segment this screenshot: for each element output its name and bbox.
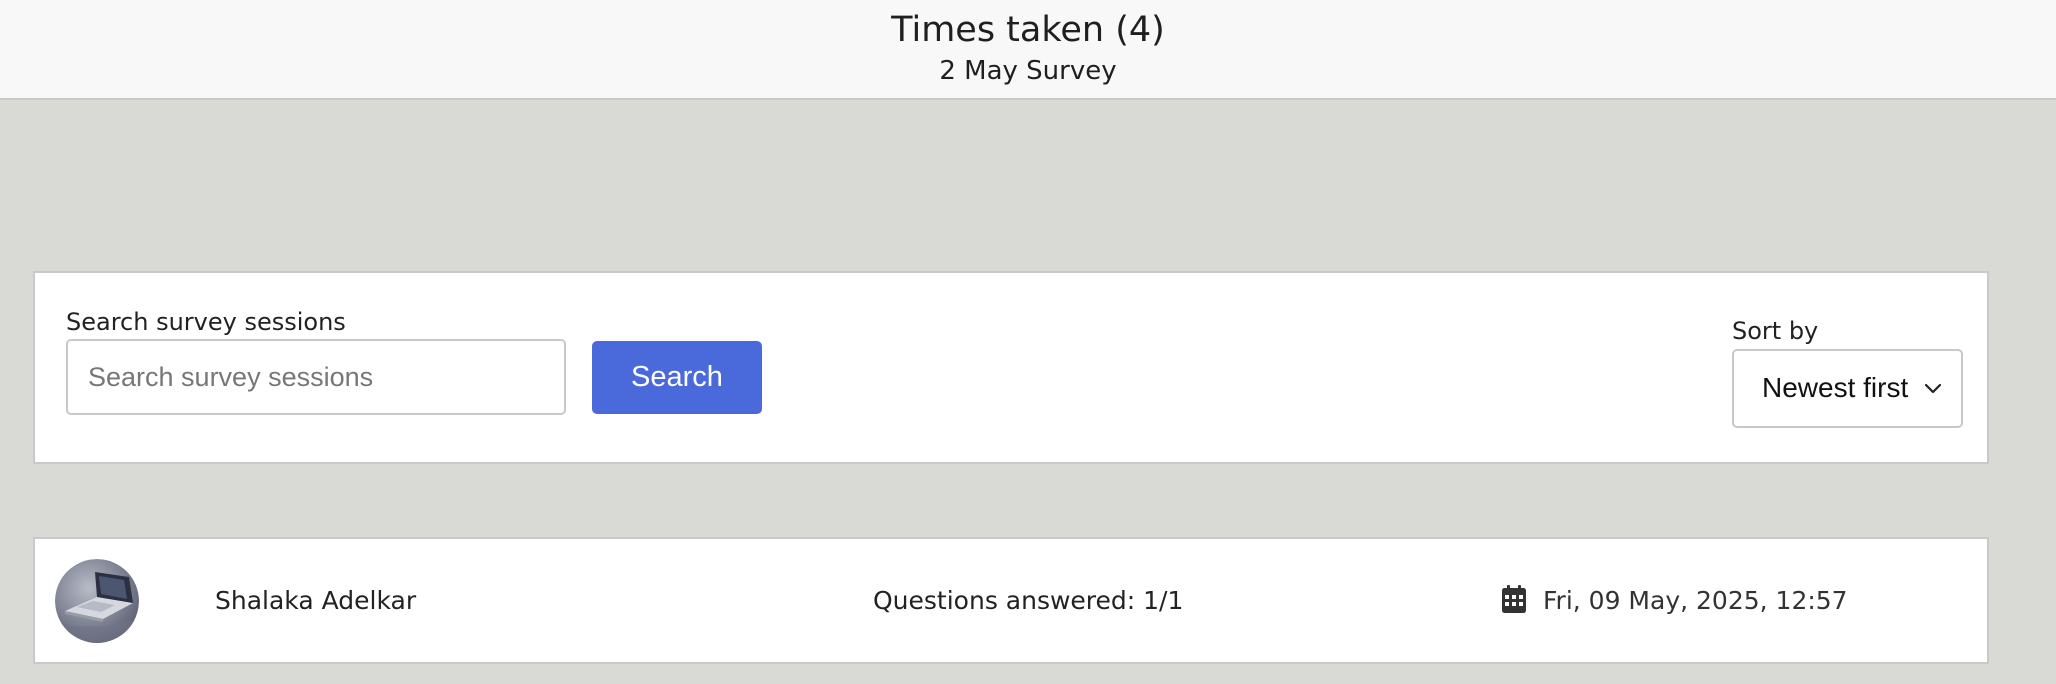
search-label: Search survey sessions: [66, 308, 346, 336]
laptop-photo-avatar-icon: [55, 559, 139, 643]
search-input[interactable]: [66, 339, 566, 415]
sort-label: Sort by: [1732, 317, 1819, 345]
sort-selected-value: Newest first: [1762, 372, 1909, 403]
search-panel: Search survey sessions Search Sort by Ne…: [33, 271, 1989, 464]
session-date: Fri, 09 May, 2025, 12:57: [1543, 586, 1848, 615]
avatar: [55, 559, 139, 643]
session-questions-answered: Questions answered: 1/1: [873, 586, 1184, 615]
session-user-name: Shalaka Adelkar: [215, 586, 417, 615]
page-title: Times taken (4): [891, 10, 1165, 50]
calendar-icon: [1502, 585, 1526, 613]
page-subtitle: 2 May Survey: [939, 56, 1117, 86]
chevron-down-icon: [1924, 383, 1942, 394]
session-row[interactable]: Shalaka Adelkar Questions answered: 1/1 …: [33, 537, 1989, 664]
search-button[interactable]: Search: [592, 341, 762, 414]
sort-select[interactable]: Newest first: [1732, 349, 1963, 428]
page-header: Times taken (4) 2 May Survey: [0, 0, 2056, 100]
